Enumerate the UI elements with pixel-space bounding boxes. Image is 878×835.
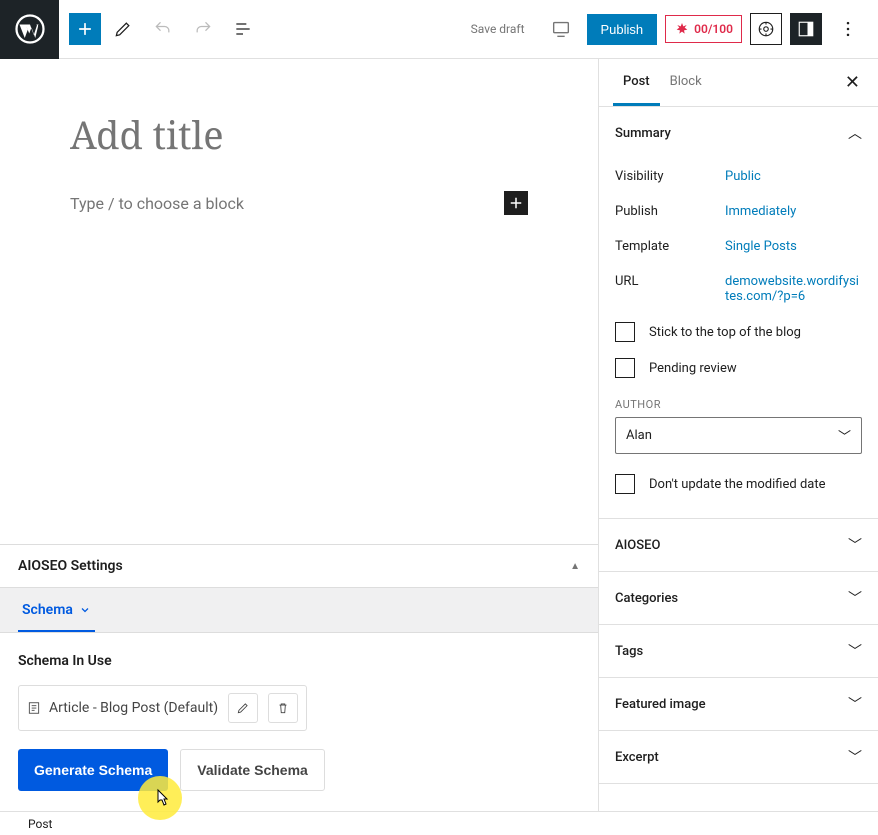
categories-section-header[interactable]: Categories ﹀ [599, 572, 878, 624]
schema-item-name: Article - Blog Post (Default) [49, 700, 218, 716]
undo-icon [145, 11, 181, 47]
template-label: Template [615, 239, 725, 254]
aioseo-settings-header[interactable]: AIOSEO Settings ▲ [0, 545, 598, 588]
document-outline-icon[interactable] [225, 11, 261, 47]
visibility-value[interactable]: Public [725, 169, 862, 184]
delete-schema-button[interactable] [268, 693, 298, 723]
aioseo-settings-title: AIOSEO Settings [18, 558, 123, 574]
breadcrumb[interactable]: Post [28, 817, 52, 831]
redo-icon [185, 11, 221, 47]
add-block-inline-button[interactable] [504, 191, 528, 215]
block-placeholder[interactable]: Type / to choose a block [70, 194, 504, 213]
post-title-input[interactable] [70, 109, 528, 161]
sidebar-tab-post[interactable]: Post [613, 60, 660, 106]
article-icon [27, 701, 41, 715]
tab-schema-label: Schema [22, 602, 73, 618]
chevron-down-icon: ﹀ [848, 535, 862, 555]
chevron-down-icon: ﹀ [848, 588, 862, 608]
add-block-button[interactable] [69, 13, 101, 45]
chevron-down-icon: ﹀ [848, 694, 862, 714]
validate-schema-button[interactable]: Validate Schema [180, 749, 325, 791]
featured-image-section-header[interactable]: Featured image ﹀ [599, 678, 878, 730]
settings-panel-button[interactable] [790, 13, 822, 45]
summary-section-header[interactable]: Summary ︿ [599, 107, 878, 159]
dont-update-label: Don't update the modified date [649, 477, 826, 492]
more-options-icon[interactable] [830, 11, 866, 47]
pending-review-checkbox[interactable] [615, 358, 635, 378]
categories-section-title: Categories [615, 591, 678, 606]
url-label: URL [615, 274, 725, 289]
dont-update-checkbox[interactable] [615, 474, 635, 494]
excerpt-section-title: Excerpt [615, 750, 659, 765]
featured-image-section-title: Featured image [615, 697, 706, 712]
schema-item: Article - Blog Post (Default) [18, 685, 307, 731]
publish-date-label: Publish [615, 204, 725, 219]
generate-schema-button[interactable]: Generate Schema [18, 749, 168, 791]
summary-title: Summary [615, 126, 671, 141]
visibility-label: Visibility [615, 169, 725, 184]
close-sidebar-icon[interactable]: ✕ [841, 68, 864, 97]
stick-checkbox[interactable] [615, 322, 635, 342]
chevron-down-icon: ﹀ [848, 747, 862, 767]
edit-icon[interactable] [105, 11, 141, 47]
seo-score-button[interactable]: 00/100 [665, 15, 742, 43]
sidebar-tab-block[interactable]: Block [660, 60, 712, 106]
edit-schema-button[interactable] [228, 693, 258, 723]
pending-review-label: Pending review [649, 361, 737, 376]
tags-section-header[interactable]: Tags ﹀ [599, 625, 878, 677]
chevron-down-icon [79, 604, 91, 616]
preview-icon[interactable] [543, 11, 579, 47]
publish-date-value[interactable]: Immediately [725, 204, 862, 219]
tab-schema[interactable]: Schema [18, 588, 95, 632]
caret-up-icon: ▲ [570, 561, 580, 572]
stick-label: Stick to the top of the blog [649, 325, 801, 340]
aioseo-section-title: AIOSEO [615, 538, 660, 553]
publish-button[interactable]: Publish [587, 14, 658, 45]
chevron-down-icon: ﹀ [838, 426, 851, 445]
author-select[interactable]: Alan ﹀ [615, 417, 862, 454]
template-value[interactable]: Single Posts [725, 239, 862, 254]
excerpt-section-header[interactable]: Excerpt ﹀ [599, 731, 878, 783]
author-heading: AUTHOR [615, 398, 862, 411]
schema-in-use-label: Schema In Use [18, 653, 580, 669]
wordpress-logo[interactable] [0, 0, 59, 59]
url-value[interactable]: demowebsite.wordifysites.com/?p=6 [725, 274, 862, 304]
author-value: Alan [626, 428, 652, 443]
yoast-button[interactable] [750, 13, 782, 45]
aioseo-section-header[interactable]: AIOSEO ﹀ [599, 519, 878, 571]
chevron-down-icon: ﹀ [848, 641, 862, 661]
seo-score-value: 00/100 [694, 22, 733, 36]
chevron-up-icon: ︿ [848, 123, 862, 143]
save-draft-button[interactable]: Save draft [461, 22, 535, 36]
tags-section-title: Tags [615, 644, 643, 659]
